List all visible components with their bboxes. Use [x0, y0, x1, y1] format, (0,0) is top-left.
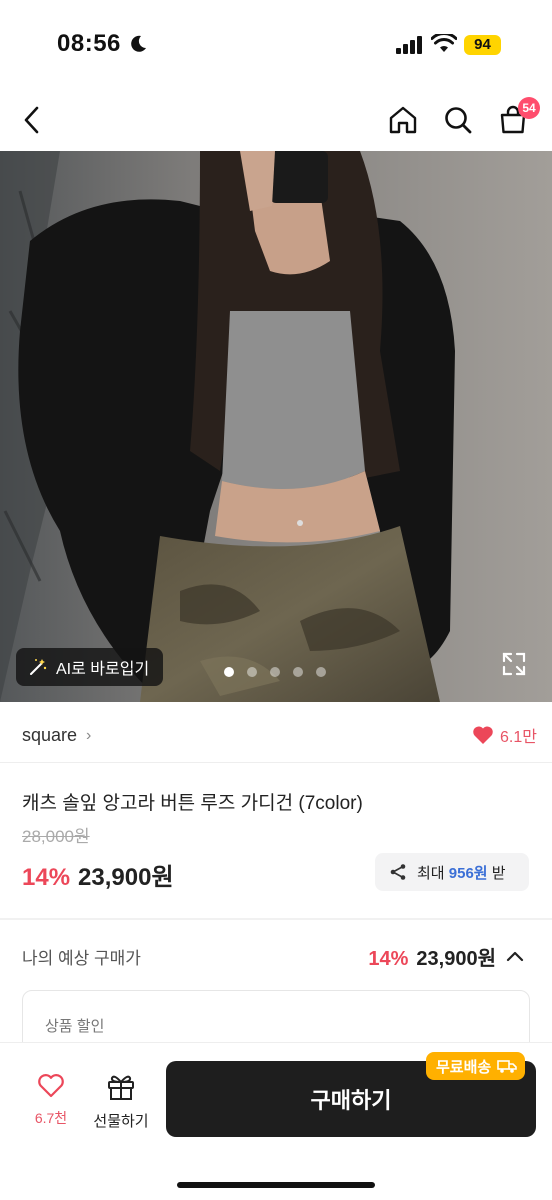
image-pagination-dots	[224, 667, 326, 677]
estimated-price-row[interactable]: 나의 예상 구매가 14% 23,900원	[0, 932, 552, 978]
pagination-dot[interactable]	[247, 667, 257, 677]
discount-rate: 14%	[22, 864, 71, 891]
wifi-icon	[431, 34, 457, 52]
share-suffix: 받	[491, 864, 506, 882]
shop-row: square › 6.1만	[0, 703, 552, 763]
pagination-dot[interactable]	[270, 667, 280, 677]
share-icon	[390, 864, 406, 880]
pagination-dot[interactable]	[224, 667, 234, 677]
free-shipping-badge: 무료배송	[426, 1052, 526, 1080]
battery-indicator: 94	[464, 35, 501, 55]
status-bar: 08:56 94	[0, 0, 552, 90]
ai-try-on-label: AI로 바로입기	[56, 661, 150, 678]
sale-price: 23,900원	[78, 864, 174, 891]
estimated-price-value: 14% 23,900원	[368, 942, 526, 971]
chevron-up-icon[interactable]	[504, 946, 526, 968]
product-image[interactable]	[0, 151, 552, 702]
search-button[interactable]	[440, 102, 476, 138]
shop-like-count: 6.1만	[500, 729, 537, 746]
chevron-left-icon	[24, 106, 39, 134]
shop-name-link[interactable]: square	[22, 725, 77, 746]
heart-filled-icon	[473, 726, 493, 744]
product-discount-label: 상품 할인	[45, 1018, 105, 1035]
home-indicator	[177, 1182, 375, 1188]
cart-count-badge: 54	[518, 97, 540, 119]
product-photo	[0, 151, 552, 702]
wishlist-count: 6.7천	[34, 1110, 68, 1126]
home-button[interactable]	[385, 102, 421, 138]
estimated-discount: 14%	[368, 948, 409, 970]
original-price: 28,000원	[22, 827, 90, 846]
cellular-signal-icon	[396, 36, 422, 54]
expand-icon[interactable]	[500, 650, 528, 678]
status-time: 08:56	[57, 30, 121, 57]
shop-like-button[interactable]: 6.1만	[472, 723, 537, 747]
heart-outline-icon	[38, 1074, 64, 1098]
gift-icon	[108, 1075, 134, 1100]
magic-wand-icon	[30, 659, 47, 675]
free-shipping-label: 무료배송	[436, 1058, 492, 1076]
product-title: 캐츠 솔잎 앙고라 버튼 루즈 가디건 (7color)	[22, 793, 363, 814]
back-button[interactable]	[14, 102, 50, 138]
ai-try-on-button[interactable]: AI로 바로입기	[16, 648, 164, 686]
search-icon	[445, 107, 472, 134]
share-amount: 956원	[448, 864, 488, 882]
chevron-right-icon: ›	[86, 727, 92, 744]
wishlist-button[interactable]: 6.7천	[28, 1073, 74, 1128]
pagination-dot[interactable]	[293, 667, 303, 677]
estimated-price: 23,900원	[416, 948, 496, 970]
section-divider	[0, 918, 552, 920]
moon-icon	[131, 35, 146, 52]
truck-icon	[497, 1060, 518, 1073]
price-row: 14% 23,900원	[22, 857, 174, 892]
share-reward-button[interactable]: 최대 956원 받	[375, 853, 529, 891]
pagination-dot[interactable]	[316, 667, 326, 677]
home-icon	[389, 106, 417, 134]
estimated-price-label: 나의 예상 구매가	[22, 949, 141, 968]
gift-button[interactable]: 선물하기	[90, 1073, 152, 1131]
share-prefix: 최대	[417, 864, 445, 882]
gift-label: 선물하기	[93, 1113, 149, 1130]
top-nav	[0, 92, 552, 148]
